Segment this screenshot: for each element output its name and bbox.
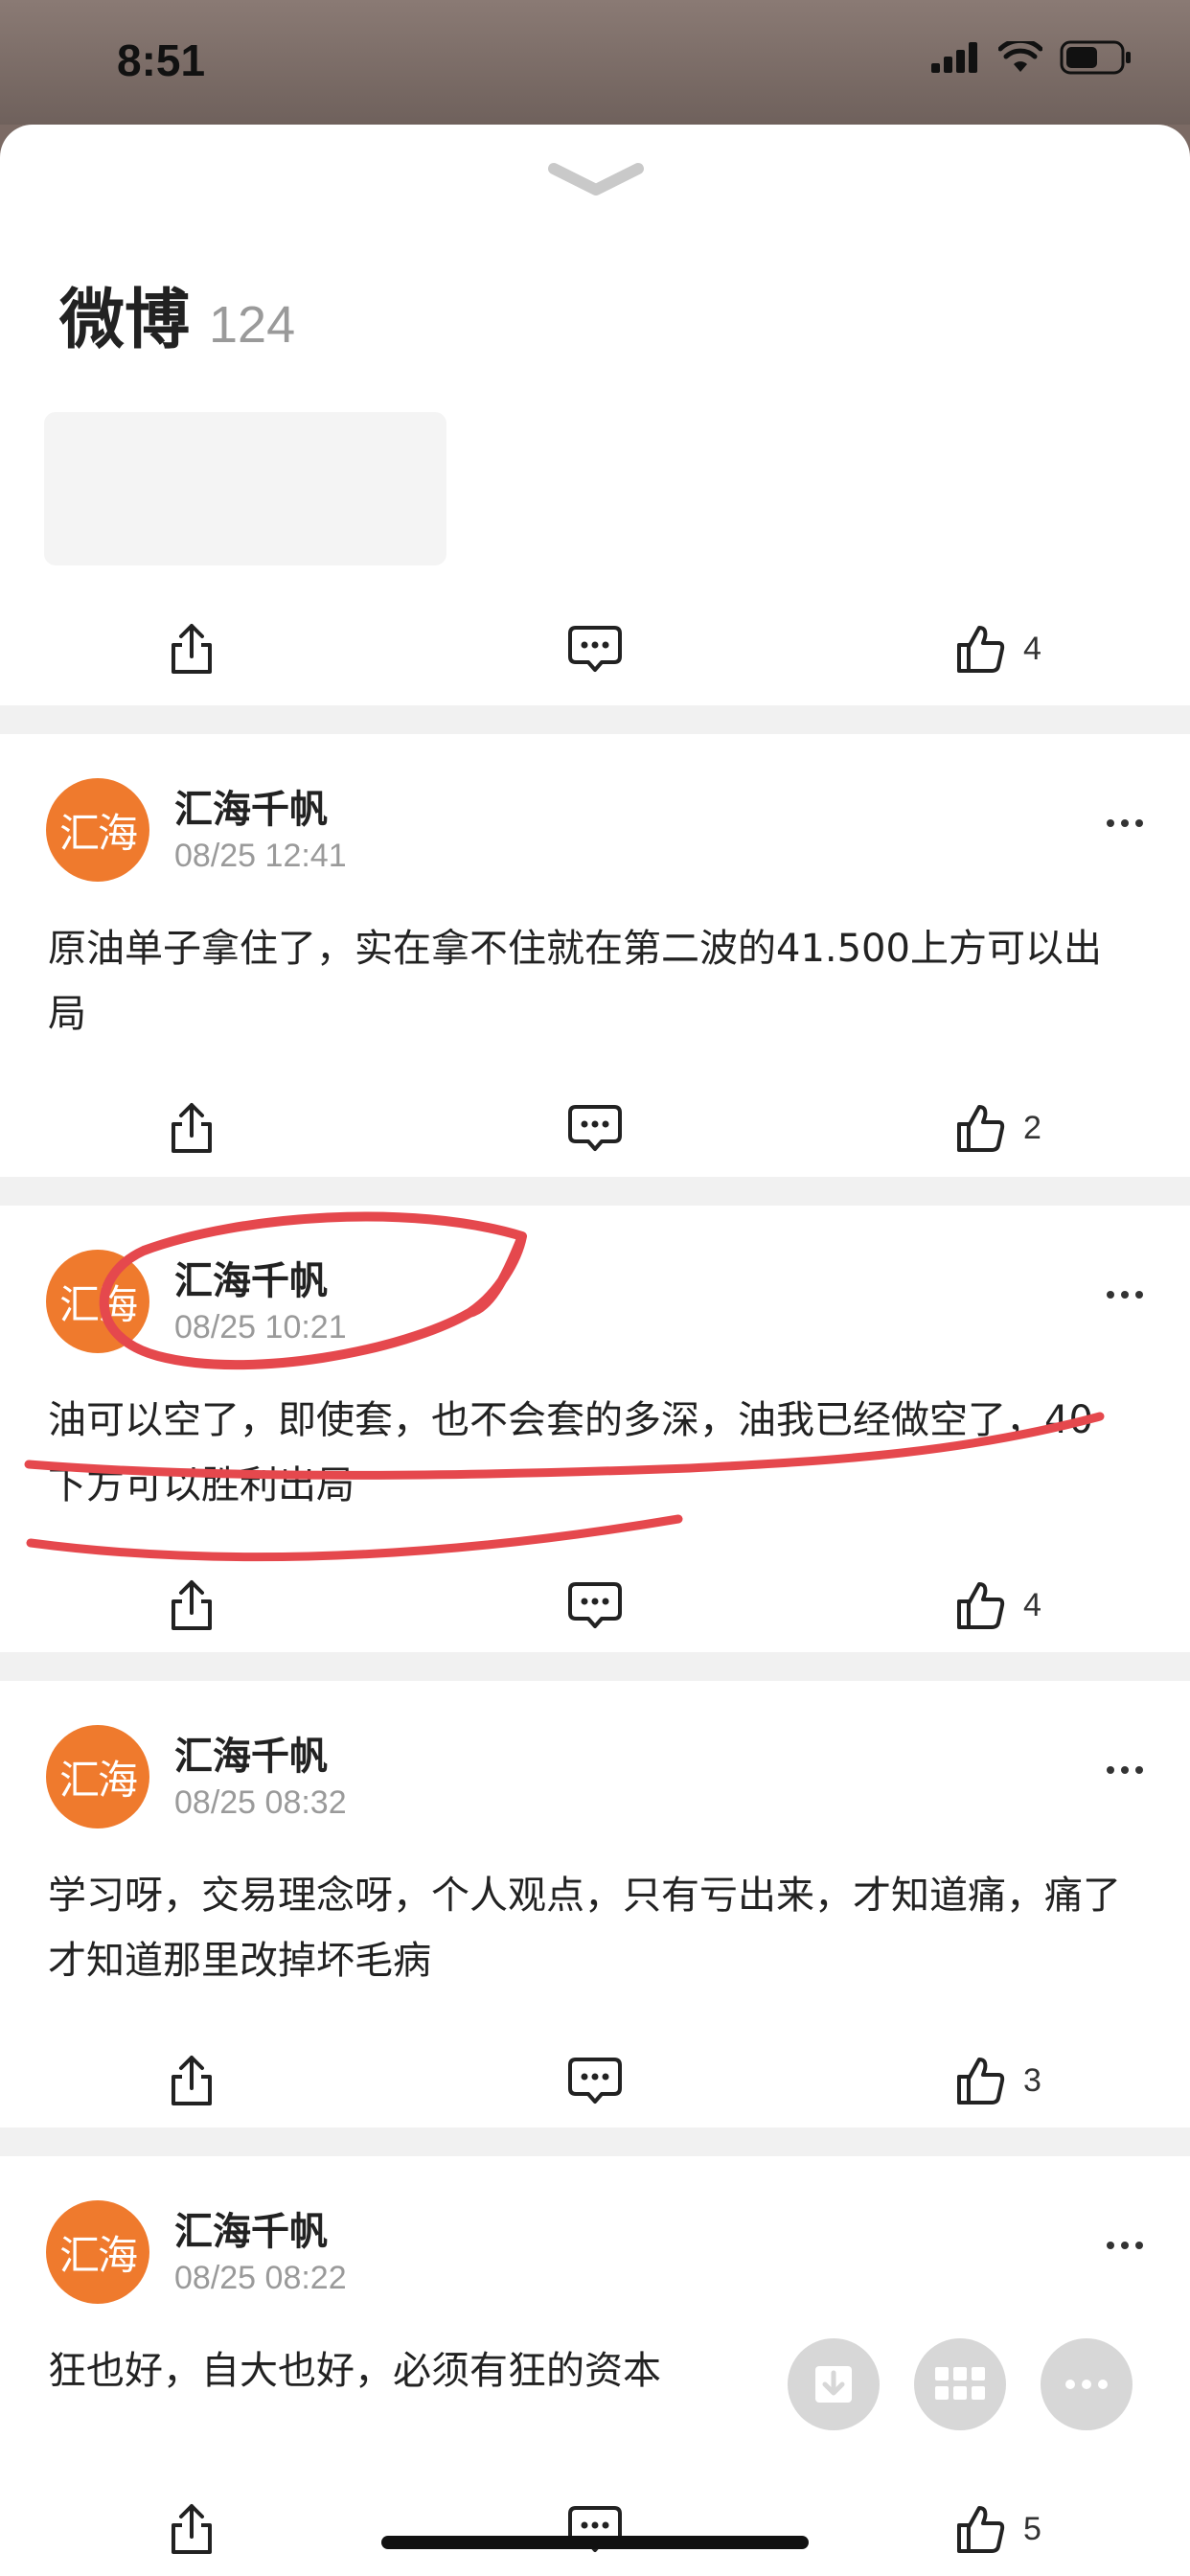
comment-icon <box>568 2058 622 2104</box>
status-time: 8:51 <box>117 35 206 85</box>
author-name[interactable]: 汇海千帆 <box>174 2200 328 2256</box>
more-icon <box>1065 2380 1108 2389</box>
like-button[interactable]: 3 <box>956 2037 1041 2124</box>
like-button[interactable]: 4 <box>956 606 1041 692</box>
post-card: 汇海 汇海千帆 08/25 12:41 原油单子拿住了，实在拿不住就在第二波的4… <box>0 734 1190 1177</box>
thumbs-up-icon <box>957 1105 1005 1152</box>
weibo-count: 124 <box>209 296 296 354</box>
comment-button[interactable] <box>567 2037 623 2124</box>
section-header: 微博 124 <box>59 266 295 361</box>
share-icon <box>172 2504 212 2554</box>
share-icon <box>172 624 212 674</box>
share-button[interactable] <box>169 1562 215 1648</box>
divider <box>0 705 1190 734</box>
comment-button[interactable] <box>567 606 623 692</box>
like-count: 4 <box>1023 630 1041 667</box>
download-button[interactable] <box>788 2338 880 2430</box>
like-button[interactable]: 4 <box>956 1562 1041 1648</box>
post-card: 汇海 汇海千帆 08/25 10:21 油可以空了，即使套，也不会套的多深，油我… <box>0 1206 1190 1652</box>
post-actions: 4 <box>0 1562 1190 1648</box>
download-icon <box>815 2366 852 2403</box>
post-actions: 5 <box>0 2486 1190 2572</box>
more-icon[interactable] <box>1106 1765 1144 1775</box>
status-icons <box>931 40 1133 75</box>
like-button[interactable]: 2 <box>956 1085 1041 1171</box>
comment-icon <box>568 1582 622 1628</box>
avatar[interactable]: 汇海 <box>46 2200 149 2304</box>
avatar[interactable]: 汇海 <box>46 1725 149 1828</box>
status-bar: 8:51 <box>0 0 1190 125</box>
divider <box>0 2128 1190 2156</box>
comment-button[interactable] <box>567 1085 623 1171</box>
post-time: 08/25 08:22 <box>174 2260 347 2296</box>
like-count: 4 <box>1023 1586 1041 1623</box>
image-placeholder[interactable] <box>44 412 446 565</box>
post-content: 原油单子拿住了，实在拿不住就在第二波的41.500上方可以出局 <box>48 927 1102 1036</box>
avatar[interactable]: 汇海 <box>46 778 149 882</box>
post-content: 学习呀，交易理念呀，个人观点，只有亏出来，才知道痛，痛了才知道那里改掉坏毛病 <box>48 1874 1121 1983</box>
comment-icon <box>568 1105 622 1151</box>
grid-button[interactable] <box>914 2338 1006 2430</box>
page-title: 微博 <box>59 283 191 358</box>
post-card: 汇海 汇海千帆 08/25 08:32 学习呀，交易理念呀，个人观点，只有亏出来… <box>0 1681 1190 2128</box>
signal-icon <box>931 42 977 73</box>
like-count: 5 <box>1023 2510 1041 2547</box>
like-count: 2 <box>1023 1109 1041 1146</box>
post-time: 08/25 10:21 <box>174 1309 347 1346</box>
grid-icon <box>935 2367 985 2400</box>
divider <box>0 1652 1190 1681</box>
share-button[interactable] <box>169 2037 215 2124</box>
post-actions: 3 <box>0 2037 1190 2124</box>
post-actions: 4 <box>0 606 1190 692</box>
author-name[interactable]: 汇海千帆 <box>174 1250 328 1305</box>
share-button[interactable] <box>169 2486 215 2572</box>
post-time: 08/25 12:41 <box>174 838 347 874</box>
divider <box>0 1177 1190 1206</box>
post-card: 汇海 汇海千帆 08/25 08:22 狂也好，自大也好，必须有狂的资本 5 <box>0 2156 1190 2576</box>
post-time: 08/25 08:32 <box>174 1784 347 1821</box>
comment-icon <box>568 626 622 672</box>
share-icon <box>172 2056 212 2105</box>
more-icon[interactable] <box>1106 818 1144 828</box>
author-name[interactable]: 汇海千帆 <box>174 778 328 834</box>
like-count: 3 <box>1023 2061 1041 2099</box>
post-actions: 2 <box>0 1085 1190 1171</box>
comment-button[interactable] <box>567 2486 623 2572</box>
comment-button[interactable] <box>567 1562 623 1648</box>
author-name[interactable]: 汇海千帆 <box>174 1725 328 1781</box>
more-icon[interactable] <box>1106 2241 1144 2250</box>
avatar[interactable]: 汇海 <box>46 1250 149 1353</box>
thumbs-up-icon <box>957 1582 1005 1629</box>
share-button[interactable] <box>169 606 215 692</box>
bottom-sheet: 微博 124 4 汇海 汇海千帆 08/25 12:41 原油单子拿住了，实在拿… <box>0 125 1190 2576</box>
thumbs-up-icon <box>957 2506 1005 2553</box>
share-icon <box>172 1580 212 1630</box>
battery-icon <box>1060 40 1131 75</box>
post-content: 油可以空了，即使套，也不会套的多深，油我已经做空了，40下方可以胜利出局 <box>48 1398 1093 1507</box>
like-button[interactable]: 5 <box>956 2486 1041 2572</box>
share-button[interactable] <box>169 1085 215 1171</box>
chevron-down-icon[interactable] <box>546 161 646 199</box>
home-indicator <box>381 2536 809 2549</box>
more-options-button[interactable] <box>1041 2338 1133 2430</box>
thumbs-up-icon <box>957 626 1005 673</box>
share-icon <box>172 1103 212 1153</box>
more-icon[interactable] <box>1106 1290 1144 1300</box>
wifi-icon <box>998 41 1042 72</box>
thumbs-up-icon <box>957 2058 1005 2104</box>
